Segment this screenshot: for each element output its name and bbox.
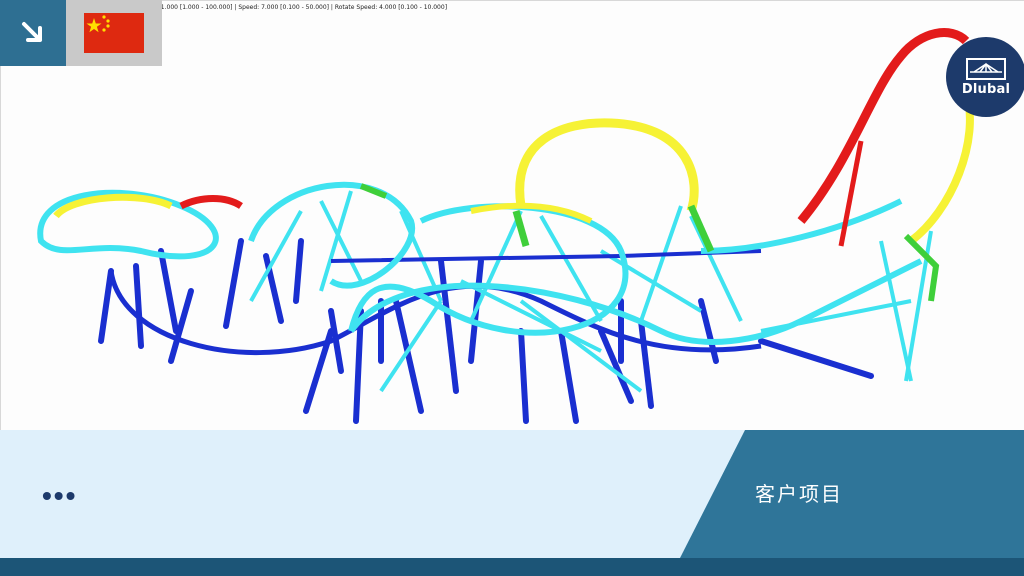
green-joint-1: [687, 204, 715, 253]
hill-track: [248, 181, 416, 289]
section-title: 客户项目: [755, 482, 843, 506]
slide-root: m: 1.000 [1.000 - 100.000] | Speed: 7.00…: [0, 0, 1024, 576]
yellow-right: [908, 89, 974, 245]
bottom-panel: ••• 客户项目: [0, 430, 1024, 558]
bridge-icon: [966, 57, 1006, 80]
arrow-down-right-icon: [22, 22, 42, 42]
support-columns: [98, 238, 874, 424]
panel-accent-shape: [680, 430, 1024, 558]
footer-strip: [0, 558, 1024, 576]
red-hill-small: [179, 195, 243, 210]
china-flag-icon: [84, 13, 144, 53]
green-joint-2: [512, 210, 530, 247]
more-options-button[interactable]: •••: [42, 482, 77, 510]
navigation-arrow-button[interactable]: [0, 0, 66, 66]
exit-track: [700, 198, 903, 254]
red-lift-hill: [797, 28, 970, 224]
language-flag-button[interactable]: [66, 0, 162, 66]
yellow-loop: [515, 118, 699, 213]
s-curve-track: [348, 203, 629, 336]
logo-brand-text: Dlubal: [961, 81, 1011, 97]
dlubal-logo[interactable]: Dlubal: [946, 37, 1024, 117]
